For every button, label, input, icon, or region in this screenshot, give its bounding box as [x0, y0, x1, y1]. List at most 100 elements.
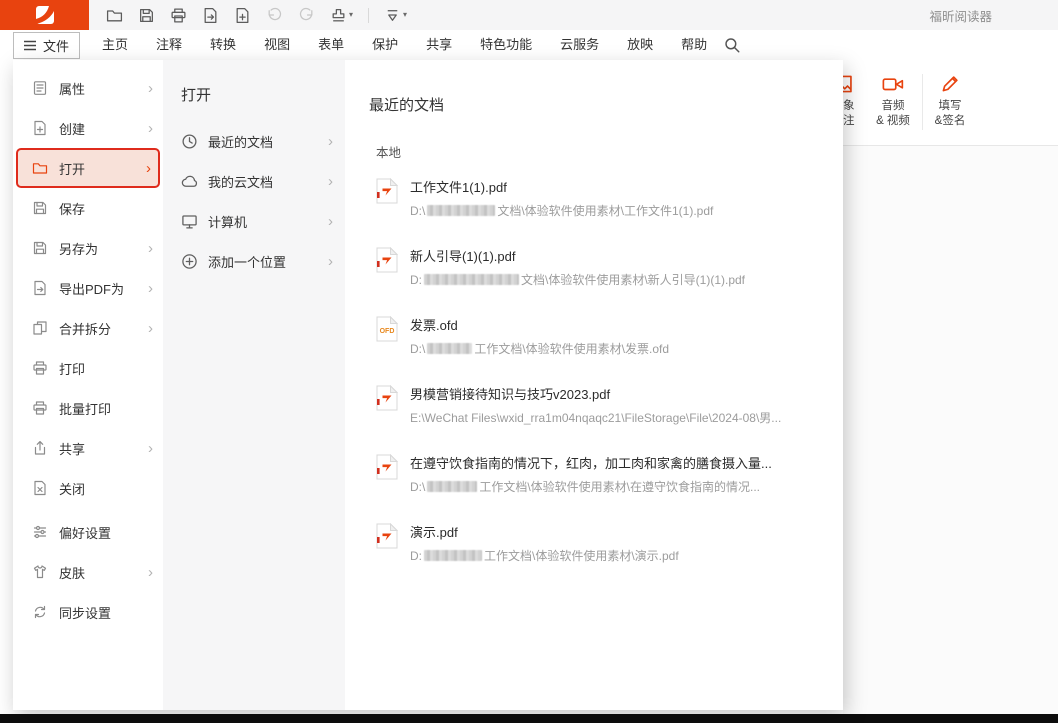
chevron-right-icon: › [148, 281, 153, 296]
file-menu-item-save-as[interactable]: 另存为 › [13, 228, 163, 268]
file-menu-item-properties[interactable]: 属性 › [13, 68, 163, 108]
open-item-recent-documents[interactable]: 最近的文档 › [163, 121, 345, 161]
recent-file-row[interactable]: 演示.pdf D:工作文档\体验软件使用素材\演示.pdf [376, 522, 843, 564]
file-menu-item-save[interactable]: 保存 [13, 188, 163, 228]
tab-cloud[interactable]: 云服务 [546, 30, 613, 60]
app-logo[interactable] [0, 0, 89, 30]
chevron-right-icon: › [146, 161, 151, 176]
ribbon-item-audio-video[interactable]: 音频 & 视频 [867, 73, 919, 129]
file-menu-item-batch-print[interactable]: 批量打印 [13, 388, 163, 428]
recent-file-row[interactable]: 男模营销接待知识与技巧v2023.pdf E:\WeChat Files\wxi… [376, 384, 843, 426]
batch-print-icon [32, 400, 48, 416]
file-menu-button[interactable]: 文件 [13, 32, 80, 59]
export-pdf-icon[interactable] [202, 7, 219, 24]
chevron-right-icon: › [148, 81, 153, 96]
item-label: 添加一个位置 [208, 252, 286, 271]
recent-file-list: 工作文件1(1).pdf D:\文档\体验软件使用素材\工作文件1(1).pdf… [369, 177, 843, 564]
item-label: 同步设置 [59, 603, 111, 622]
file-name[interactable]: 在遵守饮食指南的情况下，红肉，加工肉和家禽的膳食摄入量... [410, 453, 772, 472]
item-label: 共享 [59, 439, 85, 458]
pdf-file-icon [376, 178, 398, 204]
ribbon-item-label: 音频 & 视频 [876, 99, 910, 129]
search-icon[interactable] [723, 36, 741, 54]
file-menu-item-open[interactable]: 打开 › [16, 148, 160, 188]
file-name[interactable]: 新人引导(1)(1).pdf [410, 246, 745, 265]
file-path: D:文档\体验软件使用素材\新人引导(1)(1).pdf [410, 271, 745, 288]
file-menu-item-export-pdf[interactable]: 导出PDF为 › [13, 268, 163, 308]
chevron-right-icon: › [148, 241, 153, 256]
tab-features[interactable]: 特色功能 [466, 30, 546, 60]
toolbar-separator [368, 8, 369, 23]
redacted-path-segment [427, 205, 495, 216]
open-file-icon[interactable] [106, 7, 123, 24]
recent-file-row[interactable]: 在遵守饮食指南的情况下，红肉，加工肉和家禽的膳食摄入量... D:\工作文档\体… [376, 453, 843, 495]
chevron-right-icon: › [328, 134, 333, 149]
open-item-computer[interactable]: 计算机 › [163, 201, 345, 241]
file-path: D:\工作文档\体验软件使用素材\在遵守饮食指南的情况... [410, 478, 772, 495]
tab-help[interactable]: 帮助 [667, 30, 721, 60]
open-item-cloud-documents[interactable]: 我的云文档 › [163, 161, 345, 201]
ribbon-item-image-annotation-partial[interactable]: 象 注 [843, 73, 855, 129]
undo-icon[interactable] [266, 7, 283, 24]
file-path: E:\WeChat Files\wxid_rra1m04nqaqc21\File… [410, 409, 781, 426]
print-icon[interactable] [170, 7, 187, 24]
open-item-add-place[interactable]: 添加一个位置 › [163, 241, 345, 281]
recent-file-row[interactable]: 工作文件1(1).pdf D:\文档\体验软件使用素材\工作文件1(1).pdf [376, 177, 843, 219]
ofd-file-icon [376, 316, 398, 342]
bottom-black-bar [0, 714, 1058, 723]
recent-file-row[interactable]: 发票.ofd D:\工作文档\体验软件使用素材\发票.ofd [376, 315, 843, 357]
create-icon [32, 120, 48, 136]
chevron-right-icon: › [328, 174, 333, 189]
skin-icon [32, 564, 48, 580]
redacted-path-segment [427, 343, 472, 354]
redacted-path-segment [424, 274, 519, 285]
hamburger-icon [24, 40, 36, 51]
redacted-path-segment [424, 550, 482, 561]
file-menu-item-preferences[interactable]: 偏好设置 [13, 512, 163, 552]
pdf-file-icon [376, 454, 398, 480]
ribbon-item-label: 填写 &签名 [935, 99, 966, 129]
file-name[interactable]: 发票.ofd [410, 315, 669, 334]
tab-form[interactable]: 表单 [304, 30, 358, 60]
redo-icon[interactable] [298, 7, 315, 24]
title-bar: ▾ ▾ 福昕阅读器 [0, 0, 1058, 30]
customize-quick-access-dropdown[interactable]: ▾ [384, 7, 407, 24]
file-menu-item-merge-split[interactable]: 合并拆分 › [13, 308, 163, 348]
file-name[interactable]: 男模营销接待知识与技巧v2023.pdf [410, 384, 781, 403]
save-as-icon [32, 240, 48, 256]
tab-present[interactable]: 放映 [613, 30, 667, 60]
recent-file-row[interactable]: 新人引导(1)(1).pdf D:文档\体验软件使用素材\新人引导(1)(1).… [376, 246, 843, 288]
tab-share[interactable]: 共享 [412, 30, 466, 60]
preferences-icon [32, 524, 48, 540]
ribbon-right-remnant: 象 注 音频 & 视频 填写 &签名 [843, 60, 1058, 146]
item-label: 计算机 [208, 212, 247, 231]
save-icon [32, 200, 48, 216]
file-menu-item-close[interactable]: 关闭 [13, 468, 163, 508]
stamp-tool-dropdown[interactable]: ▾ [330, 7, 353, 24]
file-menu-item-print[interactable]: 打印 [13, 348, 163, 388]
tab-view[interactable]: 视图 [250, 30, 304, 60]
add-place-icon [181, 253, 198, 270]
create-pdf-icon[interactable] [234, 7, 251, 24]
ribbon-item-fill-sign[interactable]: 填写 &签名 [925, 73, 975, 129]
save-icon[interactable] [138, 7, 155, 24]
ribbon-item-label: 象 注 [843, 99, 855, 129]
file-menu-item-sync-settings[interactable]: 同步设置 [13, 592, 163, 632]
pdf-file-icon [376, 385, 398, 411]
tab-convert[interactable]: 转换 [196, 30, 250, 60]
tab-home[interactable]: 主页 [88, 30, 142, 60]
item-label: 皮肤 [59, 563, 85, 582]
item-label: 打印 [59, 359, 85, 378]
tab-comment[interactable]: 注释 [142, 30, 196, 60]
sync-settings-icon [32, 604, 48, 620]
open-panel-title: 打开 [181, 84, 345, 105]
file-menu-item-create[interactable]: 创建 › [13, 108, 163, 148]
file-name[interactable]: 工作文件1(1).pdf [410, 177, 713, 196]
tab-protect[interactable]: 保护 [358, 30, 412, 60]
chevron-right-icon: › [148, 121, 153, 136]
item-label: 导出PDF为 [59, 279, 124, 298]
file-menu-item-share[interactable]: 共享 › [13, 428, 163, 468]
file-name[interactable]: 演示.pdf [410, 522, 679, 541]
file-menu-item-skin[interactable]: 皮肤 › [13, 552, 163, 592]
chevron-right-icon: › [148, 565, 153, 580]
